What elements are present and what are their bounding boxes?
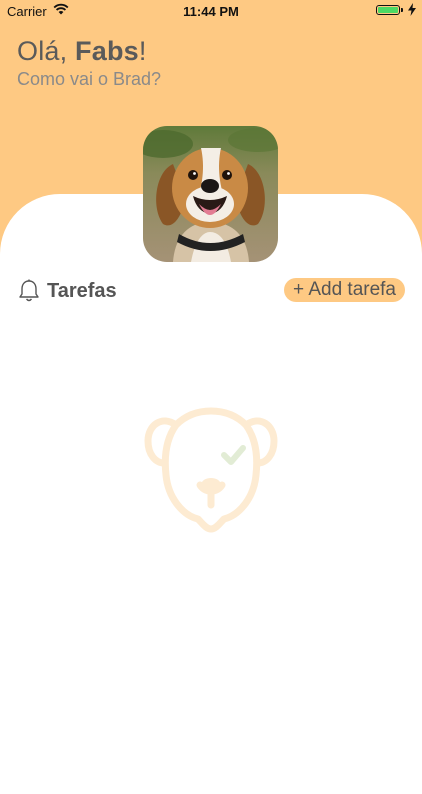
pet-avatar[interactable] [143,126,278,262]
bell-icon [18,279,40,308]
status-time: 11:44 PM [183,4,239,19]
greeting-subtitle: Como vai o Brad? [17,69,162,89]
greeting: Olá, Fabs! [17,36,147,67]
add-task-button[interactable]: + Add tarefa [284,278,405,302]
user-name: Fabs [75,36,139,66]
tasks-header: Tarefas + Add tarefa [18,278,408,306]
tasks-title: Tarefas [47,280,117,302]
greeting-suffix: ! [138,36,147,66]
dog-photo [143,126,278,262]
bolt-icon [408,3,416,19]
status-bar: Carrier 11:44 PM [0,0,422,22]
battery-cap [401,8,403,12]
greeting-prefix: Olá, [17,36,76,66]
battery-icon [376,5,400,15]
dog-check-icon [142,405,280,540]
